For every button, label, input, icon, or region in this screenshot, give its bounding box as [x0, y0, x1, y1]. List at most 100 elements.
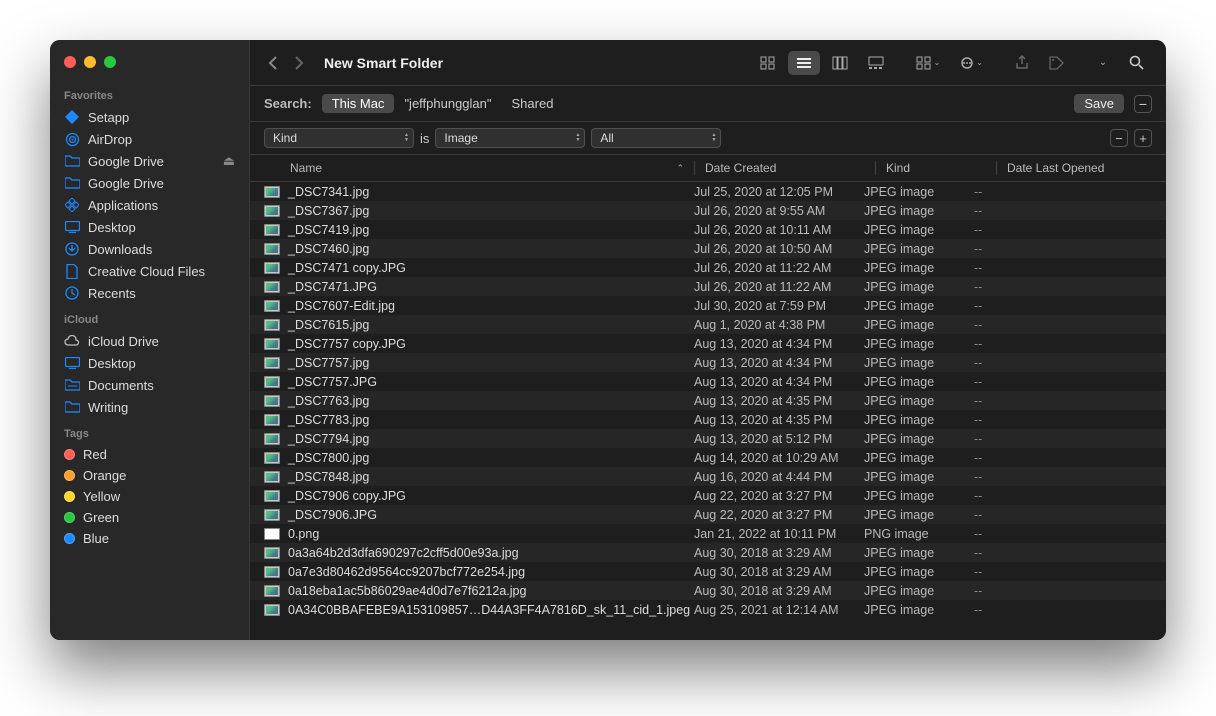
file-thumbnail-icon — [264, 243, 280, 255]
table-row[interactable]: _DSC7757 copy.JPGAug 13, 2020 at 4:34 PM… — [250, 334, 1166, 353]
sort-ascending-icon: ⌃ — [676, 163, 694, 174]
file-date-created: Aug 13, 2020 at 4:34 PM — [694, 356, 864, 370]
criteria-subtype-select[interactable]: All▲▼ — [591, 128, 721, 148]
file-thumbnail-icon — [264, 604, 280, 616]
file-name: _DSC7341.jpg — [288, 185, 369, 199]
file-date-created: Aug 13, 2020 at 4:35 PM — [694, 394, 864, 408]
list-view-button[interactable] — [788, 51, 820, 75]
close-button[interactable] — [64, 56, 76, 68]
sidebar-item[interactable]: Google Drive — [50, 172, 249, 194]
minimize-button[interactable] — [84, 56, 96, 68]
group-by-button[interactable]: ⌄ — [908, 51, 949, 75]
table-row[interactable]: _DSC7800.jpgAug 14, 2020 at 10:29 AMJPEG… — [250, 448, 1166, 467]
sidebar-item[interactable]: Blue — [50, 528, 249, 549]
file-list[interactable]: _DSC7341.jpgJul 25, 2020 at 12:05 PMJPEG… — [250, 182, 1166, 640]
table-row[interactable]: _DSC7341.jpgJul 25, 2020 at 12:05 PMJPEG… — [250, 182, 1166, 201]
file-thumbnail-icon — [264, 300, 280, 312]
table-row[interactable]: _DSC7419.jpgJul 26, 2020 at 10:11 AMJPEG… — [250, 220, 1166, 239]
table-row[interactable]: _DSC7848.jpgAug 16, 2020 at 4:44 PMJPEG … — [250, 467, 1166, 486]
sidebar-item[interactable]: Desktop — [50, 352, 249, 374]
tags-button[interactable] — [1041, 51, 1073, 75]
table-row[interactable]: _DSC7471 copy.JPGJul 26, 2020 at 11:22 A… — [250, 258, 1166, 277]
back-button[interactable] — [264, 54, 282, 72]
file-kind: JPEG image — [864, 565, 974, 579]
file-date-created: Aug 22, 2020 at 3:27 PM — [694, 508, 864, 522]
table-header: Name⌃ Date Created Kind Date Last Opened — [250, 155, 1166, 182]
sidebar-heading: iCloud — [50, 310, 249, 330]
remove-search-button[interactable]: − — [1134, 95, 1152, 113]
table-row[interactable]: _DSC7615.jpgAug 1, 2020 at 4:38 PMJPEG i… — [250, 315, 1166, 334]
table-row[interactable]: 0a18eba1ac5b86029ae4d0d7e7f6212a.jpgAug … — [250, 581, 1166, 600]
criteria-type-select[interactable]: Image▲▼ — [435, 128, 585, 148]
column-date-created[interactable]: Date Created — [705, 161, 875, 175]
file-name: 0a18eba1ac5b86029ae4d0d7e7f6212a.jpg — [288, 584, 526, 598]
column-name[interactable]: Name⌃ — [264, 161, 694, 175]
action-button[interactable]: ⌄ — [952, 51, 991, 75]
sidebar-item[interactable]: iCloud Drive — [50, 330, 249, 352]
table-row[interactable]: _DSC7763.jpgAug 13, 2020 at 4:35 PMJPEG … — [250, 391, 1166, 410]
clock-icon — [64, 285, 80, 301]
table-row[interactable]: _DSC7783.jpgAug 13, 2020 at 4:35 PMJPEG … — [250, 410, 1166, 429]
sidebar-item-label: Orange — [83, 468, 126, 483]
dropdown-button[interactable]: ⌄ — [1089, 51, 1117, 75]
table-row[interactable]: _DSC7757.jpgAug 13, 2020 at 4:34 PMJPEG … — [250, 353, 1166, 372]
file-thumbnail-icon — [264, 547, 280, 559]
table-row[interactable]: _DSC7367.jpgJul 26, 2020 at 9:55 AMJPEG … — [250, 201, 1166, 220]
fullscreen-button[interactable] — [104, 56, 116, 68]
sidebar-item[interactable]: Writing — [50, 396, 249, 418]
file-kind: JPEG image — [864, 318, 974, 332]
file-name: 0.png — [288, 527, 319, 541]
table-row[interactable]: 0.pngJan 21, 2022 at 10:11 PMPNG image-- — [250, 524, 1166, 543]
remove-criteria-button[interactable]: − — [1110, 129, 1128, 147]
file-kind: JPEG image — [864, 413, 974, 427]
file-date-last-opened: -- — [974, 242, 1152, 256]
sidebar-item[interactable]: Recents — [50, 282, 249, 304]
table-row[interactable]: _DSC7460.jpgJul 26, 2020 at 10:50 AMJPEG… — [250, 239, 1166, 258]
file-name: _DSC7783.jpg — [288, 413, 369, 427]
search-scope[interactable]: Shared — [502, 94, 564, 113]
table-row[interactable]: 0a7e3d80462d9564cc9207bcf772e254.jpgAug … — [250, 562, 1166, 581]
sidebar-item[interactable]: AirDrop — [50, 128, 249, 150]
file-name: _DSC7607-Edit.jpg — [288, 299, 395, 313]
column-kind[interactable]: Kind — [886, 161, 996, 175]
file-date-last-opened: -- — [974, 318, 1152, 332]
file-date-created: Jul 26, 2020 at 9:55 AM — [694, 204, 864, 218]
file-name: _DSC7763.jpg — [288, 394, 369, 408]
sidebar-item[interactable]: Applications — [50, 194, 249, 216]
column-view-button[interactable] — [824, 51, 856, 75]
column-date-last-opened[interactable]: Date Last Opened — [1007, 161, 1152, 175]
forward-button[interactable] — [290, 54, 308, 72]
eject-icon[interactable]: ⏏ — [223, 153, 235, 169]
sidebar-item[interactable]: Yellow — [50, 486, 249, 507]
sidebar-item[interactable]: Red — [50, 444, 249, 465]
sidebar-item[interactable]: Google Drive⏏ — [50, 150, 249, 172]
window-title: New Smart Folder — [324, 55, 443, 71]
table-row[interactable]: _DSC7471.JPGJul 26, 2020 at 11:22 AMJPEG… — [250, 277, 1166, 296]
table-row[interactable]: _DSC7906.JPGAug 22, 2020 at 3:27 PMJPEG … — [250, 505, 1166, 524]
sidebar-item[interactable]: Documents — [50, 374, 249, 396]
gallery-view-button[interactable] — [860, 51, 892, 75]
sidebar-item[interactable]: Green — [50, 507, 249, 528]
table-row[interactable]: _DSC7607-Edit.jpgJul 30, 2020 at 7:59 PM… — [250, 296, 1166, 315]
table-row[interactable]: _DSC7794.jpgAug 13, 2020 at 5:12 PMJPEG … — [250, 429, 1166, 448]
sidebar-item[interactable]: Downloads — [50, 238, 249, 260]
share-button[interactable] — [1007, 51, 1037, 75]
criteria-attr-select[interactable]: Kind▲▼ — [264, 128, 414, 148]
icon-view-button[interactable] — [752, 51, 784, 75]
table-row[interactable]: _DSC7906 copy.JPGAug 22, 2020 at 3:27 PM… — [250, 486, 1166, 505]
sidebar-item[interactable]: Setapp — [50, 106, 249, 128]
sidebar-item[interactable]: Creative Cloud Files — [50, 260, 249, 282]
file-date-last-opened: -- — [974, 356, 1152, 370]
save-button[interactable]: Save — [1074, 94, 1124, 113]
table-row[interactable]: 0A34C0BBAFEBE9A153109857…D44A3FF4A7816D_… — [250, 600, 1166, 619]
tag-color-icon — [64, 491, 75, 502]
search-button[interactable] — [1121, 51, 1152, 75]
table-row[interactable]: 0a3a64b2d3dfa690297c2cff5d00e93a.jpgAug … — [250, 543, 1166, 562]
search-scope[interactable]: This Mac — [322, 94, 395, 113]
sidebar-item[interactable]: Orange — [50, 465, 249, 486]
table-row[interactable]: _DSC7757.JPGAug 13, 2020 at 4:34 PMJPEG … — [250, 372, 1166, 391]
sidebar-item[interactable]: Desktop — [50, 216, 249, 238]
search-scope[interactable]: "jeffphungglan" — [394, 94, 501, 113]
docfolder-icon — [64, 377, 80, 393]
add-criteria-button[interactable]: + — [1134, 129, 1152, 147]
